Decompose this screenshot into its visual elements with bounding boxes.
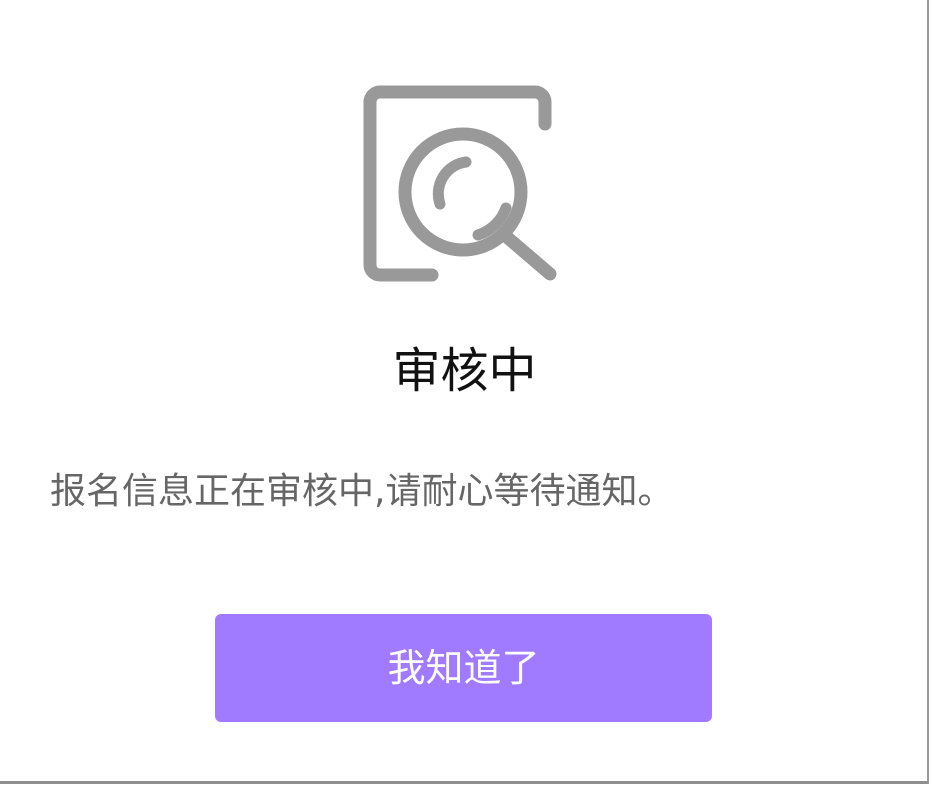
document-search-icon: [363, 85, 557, 282]
dialog-title: 审核中: [392, 343, 537, 399]
got-it-button[interactable]: 我知道了: [215, 614, 712, 722]
dialog-message: 报名信息正在审核中,请耐心等待通知。: [50, 471, 674, 512]
review-status-dialog: 审核中 报名信息正在审核中,请耐心等待通知。 我知道了: [0, 0, 929, 784]
